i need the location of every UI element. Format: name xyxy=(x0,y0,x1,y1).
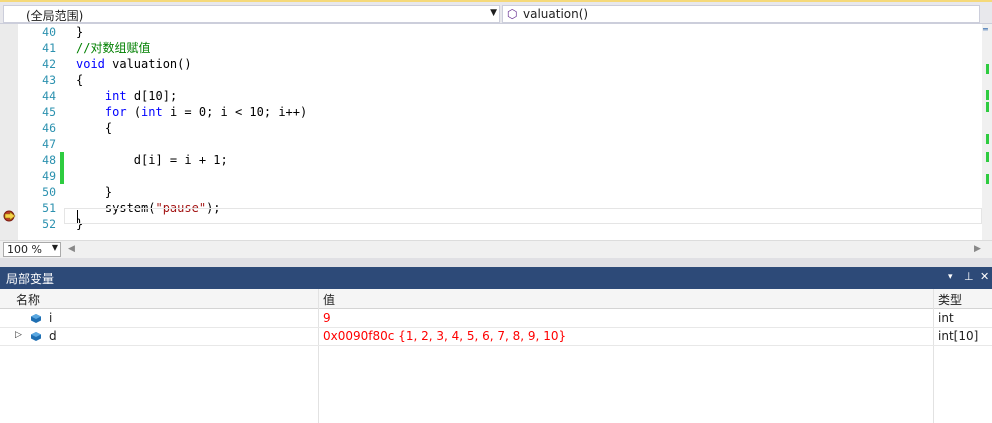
code-token: int xyxy=(104,89,127,103)
code-line[interactable]: //对数组赋值 xyxy=(76,40,150,56)
line-number-cell: 45 xyxy=(0,104,60,120)
local-type: int xyxy=(938,311,954,325)
window-position-dropdown-icon[interactable]: ▾ xyxy=(948,272,953,282)
line-number: 52 xyxy=(42,217,56,231)
locals-panel-title: 局部变量 xyxy=(6,272,55,286)
code-line[interactable]: void valuation() xyxy=(76,56,192,72)
code-line[interactable]: { xyxy=(76,72,83,88)
line-number-cell: 43 xyxy=(0,72,60,88)
current-line-highlight xyxy=(64,208,982,224)
line-number: 41 xyxy=(42,41,56,55)
line-number-cell: 49 xyxy=(0,168,60,184)
chevron-down-icon[interactable]: ▼ xyxy=(490,8,497,18)
line-number: 43 xyxy=(42,73,56,87)
scroll-left-icon[interactable]: ◀ xyxy=(68,244,75,254)
line-number-cell: 42 xyxy=(0,56,60,72)
scroll-change-marker xyxy=(986,134,989,144)
variable-cube-icon xyxy=(31,332,41,341)
code-token: d[i] = i + 1; xyxy=(76,153,228,167)
function-combo-value: valuation() xyxy=(523,7,589,21)
chevron-down-icon[interactable]: ▼ xyxy=(52,243,58,252)
split-icon[interactable]: ═ xyxy=(983,25,988,34)
code-token: int xyxy=(141,105,163,119)
line-number: 44 xyxy=(42,89,56,103)
line-number: 49 xyxy=(42,169,56,183)
line-number: 48 xyxy=(42,153,56,167)
locals-row[interactable]: ▷ d 0x0090f80c {1, 2, 3, 4, 5, 6, 7, 8, … xyxy=(0,328,992,346)
variable-cube-icon xyxy=(31,314,41,323)
changed-lines-bar xyxy=(60,152,64,184)
locals-grid-header: 名称 值 类型 xyxy=(0,289,992,309)
line-number: 40 xyxy=(42,25,56,39)
local-name: i xyxy=(49,311,53,325)
line-number: 50 xyxy=(42,185,56,199)
line-number-cell: 41 xyxy=(0,40,60,56)
column-header-value[interactable]: 值 xyxy=(323,291,335,308)
locals-grid[interactable]: 名称 值 类型 i 9 int ▷ d 0x0090f80c {1, 2, 3,… xyxy=(0,289,992,423)
locals-panel-title-bar: 局部变量 ▾ ⊥ ✕ xyxy=(0,267,992,289)
pin-icon[interactable]: ⊥ xyxy=(964,270,974,283)
code-token: ( xyxy=(126,105,142,119)
local-value[interactable]: 9 xyxy=(323,311,331,325)
scroll-change-marker xyxy=(986,90,989,100)
zoom-combo[interactable]: 100 % ▼ xyxy=(3,242,61,257)
method-cube-icon: ⬡ xyxy=(507,7,518,21)
close-icon[interactable]: ✕ xyxy=(980,270,989,283)
current-statement-breakpoint-icon[interactable] xyxy=(3,210,17,222)
line-number: 45 xyxy=(42,105,56,119)
code-editor[interactable]: 40} 41 //对数组赋值 42 void valuation() 43 {44 int … xyxy=(0,24,992,240)
scroll-change-marker xyxy=(986,152,989,162)
code-token: valuation() xyxy=(104,57,192,71)
code-line[interactable]: d[i] = i + 1; xyxy=(76,152,228,168)
code-token: //对数组赋值 xyxy=(76,41,151,55)
editor-vertical-scrollbar[interactable]: ═ xyxy=(982,24,992,240)
code-line[interactable]: int d[10]; xyxy=(76,88,177,104)
line-number-cell: 40 xyxy=(0,24,60,40)
code-token: i = 0; i < 10; i++) xyxy=(162,105,308,119)
line-number: 46 xyxy=(42,121,56,135)
code-token: } xyxy=(76,185,113,199)
code-line[interactable]: } xyxy=(76,184,112,200)
line-number-cell: 46 xyxy=(0,120,60,136)
text-caret xyxy=(77,210,78,223)
code-token: void xyxy=(76,57,105,71)
scroll-change-marker xyxy=(986,64,989,74)
local-name: d xyxy=(49,329,57,343)
code-token: for xyxy=(104,105,127,119)
column-header-name[interactable]: 名称 xyxy=(16,291,40,308)
editor-status-bar: 100 % ▼ ◀ ▶ xyxy=(0,240,992,258)
code-line[interactable]: for (int i = 0; i < 10; i++) xyxy=(76,104,307,120)
line-number-cell: 48 xyxy=(0,152,60,168)
panel-splitter[interactable] xyxy=(0,258,992,267)
zoom-value: 100 % xyxy=(7,243,42,256)
code-token: } xyxy=(76,25,84,39)
scope-combo[interactable]: (全局范围) ▼ xyxy=(3,5,500,23)
expand-arrow-icon[interactable]: ▷ xyxy=(15,330,22,340)
locals-row[interactable]: i 9 int xyxy=(0,310,992,328)
code-line[interactable]: } xyxy=(76,24,83,40)
scroll-change-marker xyxy=(986,174,989,184)
line-number: 51 xyxy=(42,201,56,215)
code-token: { xyxy=(76,73,84,87)
line-number: 42 xyxy=(42,57,56,71)
function-combo[interactable]: ⬡ valuation() xyxy=(502,5,980,23)
local-value[interactable]: 0x0090f80c {1, 2, 3, 4, 5, 6, 7, 8, 9, 1… xyxy=(323,329,566,343)
scope-combo-value: (全局范围) xyxy=(26,9,84,23)
local-type: int[10] xyxy=(938,329,979,343)
scroll-change-marker xyxy=(986,102,989,112)
line-number-cell: 47 xyxy=(0,136,60,152)
navigation-bar: (全局范围) ▼ ⬡ valuation() xyxy=(0,0,992,24)
column-header-type[interactable]: 类型 xyxy=(938,291,962,308)
code-token: { xyxy=(76,121,113,135)
line-number-cell: 44 xyxy=(0,88,60,104)
scroll-right-icon[interactable]: ▶ xyxy=(974,244,981,254)
line-number: 47 xyxy=(42,137,56,151)
line-number-cell: 50 xyxy=(0,184,60,200)
code-token: d[10]; xyxy=(126,89,178,103)
code-line[interactable]: { xyxy=(76,120,112,136)
